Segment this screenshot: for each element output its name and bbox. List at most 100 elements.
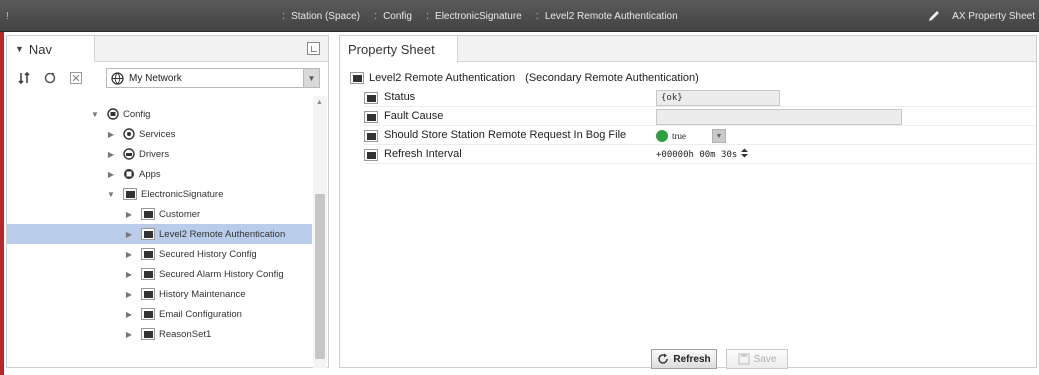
property-name: Status <box>384 91 416 103</box>
property-name: Fault Cause <box>384 110 444 122</box>
tree-item-label: ElectronicSignature <box>141 188 224 200</box>
refresh-icon <box>657 353 669 365</box>
folder-icon <box>141 228 155 240</box>
folder-icon <box>141 328 155 340</box>
config-icon <box>107 108 119 120</box>
expand-toggle-icon[interactable]: ▶ <box>123 330 135 339</box>
services-icon <box>123 128 135 140</box>
breadcrumb-label: Station (Space) <box>291 10 360 22</box>
network-select-value: My Network <box>129 72 182 84</box>
folder-icon <box>350 72 364 84</box>
expand-toggle-icon[interactable]: ▶ <box>105 170 117 179</box>
sort-icon[interactable] <box>15 69 33 87</box>
refresh-button-label: Refresh <box>673 353 711 365</box>
root-display-name: (Secondary Remote Authentication) <box>525 72 699 84</box>
nav-toolbar: My Network ▼ <box>7 66 328 90</box>
fault-cause-value <box>656 109 902 125</box>
globe-icon <box>111 71 124 85</box>
tree-item-reasonset1[interactable]: ▶ ReasonSet1 <box>123 324 211 344</box>
property-sheet-root[interactable]: Level2 Remote Authentication (Secondary … <box>350 70 699 86</box>
tree-item-label: Config <box>123 108 151 120</box>
breadcrumb-label: Config <box>383 10 412 22</box>
window-edge-accent <box>0 0 4 375</box>
breadcrumb-start-marker: ! <box>6 10 9 22</box>
expand-toggle-icon[interactable]: ▶ <box>105 150 117 159</box>
expand-toggle-icon[interactable]: ▼ <box>89 110 101 119</box>
boolean-select[interactable]: true ▼ <box>656 128 726 144</box>
property-row-store-remote-request[interactable]: Should Store Station Remote Request In B… <box>364 127 1036 145</box>
breadcrumb-item-station[interactable]: : Station (Space) <box>282 10 360 22</box>
property-row-refresh-interval[interactable]: Refresh Interval +00000h 00m 30s <box>364 146 1036 164</box>
breadcrumb-separator-icon: : <box>535 10 539 22</box>
breadcrumb-label: Level2 Remote Authentication <box>544 10 678 22</box>
tree-item-label: Secured History Config <box>159 248 257 260</box>
view-selector[interactable]: AX Property Sheet <box>928 0 1035 32</box>
expand-toggle-icon[interactable]: ▼ <box>105 190 117 199</box>
refresh-icon[interactable] <box>41 69 59 87</box>
expand-toggle-icon[interactable]: ▶ <box>123 250 135 259</box>
property-icon <box>364 111 378 123</box>
property-row-fault-cause[interactable]: Fault Cause <box>364 108 1036 126</box>
nav-panel: ▼ Nav My Network ▼ ▼ Config ▶ Services ▶… <box>6 35 329 368</box>
collapse-caret-icon[interactable]: ▼ <box>15 44 24 54</box>
status-true-icon <box>656 130 668 142</box>
refresh-button[interactable]: Refresh <box>651 349 717 369</box>
folder-icon <box>141 288 155 300</box>
network-select[interactable]: My Network ▼ <box>106 68 320 88</box>
nav-tab-row: ▼ Nav <box>7 36 328 62</box>
maximize-icon[interactable] <box>307 42 320 55</box>
refresh-interval-value: +00000h 00m 30s <box>656 149 738 160</box>
tree-item-electronic-signature[interactable]: ▼ ElectronicSignature <box>105 184 223 204</box>
row-divider <box>364 144 1036 145</box>
tree-item-history-maintenance[interactable]: ▶ History Maintenance <box>123 284 246 304</box>
tree-item-label: ReasonSet1 <box>159 328 212 340</box>
scrollbar-thumb[interactable] <box>315 194 325 359</box>
expand-toggle-icon[interactable]: ▶ <box>123 290 135 299</box>
pencil-icon[interactable] <box>928 10 940 22</box>
breadcrumb-item-config[interactable]: : Config <box>374 10 412 22</box>
tree-item-label: Secured Alarm History Config <box>159 268 284 280</box>
view-label: AX Property Sheet <box>952 10 1035 22</box>
breadcrumb: : Station (Space) : Config : ElectronicS… <box>282 0 692 32</box>
tree-item-services[interactable]: ▶ Services <box>105 124 175 144</box>
property-row-status[interactable]: Status {ok} <box>364 89 1036 107</box>
folder-icon <box>141 268 155 280</box>
row-divider <box>364 125 1036 126</box>
tree-item-drivers[interactable]: ▶ Drivers <box>105 144 169 164</box>
expand-toggle-icon[interactable]: ▶ <box>105 130 117 139</box>
tree-item-customer[interactable]: ▶ Customer <box>123 204 200 224</box>
tree-item-email-configuration[interactable]: ▶ Email Configuration <box>123 304 242 324</box>
root-component-name: Level2 Remote Authentication <box>369 72 516 84</box>
scroll-up-icon[interactable]: ▲ <box>316 99 323 106</box>
save-button[interactable]: Save <box>726 349 788 369</box>
expand-toggle-icon[interactable]: ▶ <box>123 310 135 319</box>
breadcrumb-separator-icon: : <box>282 10 286 22</box>
nav-scrollbar[interactable]: ▲ <box>313 96 327 368</box>
tree-item-label: Services <box>139 128 176 140</box>
breadcrumb-label: ElectronicSignature <box>435 10 522 22</box>
breadcrumb-item-level2-remote-authentication[interactable]: : Level2 Remote Authentication <box>536 10 678 22</box>
expand-toggle-icon[interactable]: ▶ <box>123 210 135 219</box>
property-icon <box>364 92 378 104</box>
tree-item-secured-alarm-history-config[interactable]: ▶ Secured Alarm History Config <box>123 264 284 284</box>
folder-icon <box>141 208 155 220</box>
tree-item-label: Level2 Remote Authentication <box>159 228 286 240</box>
tree-item-apps[interactable]: ▶ Apps <box>105 164 161 184</box>
tab-nav[interactable]: ▼ Nav <box>7 36 95 62</box>
tree-item-secured-history-config[interactable]: ▶ Secured History Config <box>123 244 257 264</box>
chevron-down-icon[interactable]: ▼ <box>712 129 726 143</box>
nav-tree: ▼ Config ▶ Services ▶ Drivers ▶ Apps ▼ E… <box>7 96 312 368</box>
close-icon[interactable] <box>67 69 85 87</box>
property-name: Refresh Interval <box>384 148 462 160</box>
tree-item-config[interactable]: ▼ Config <box>89 104 150 124</box>
tree-item-level2-remote-authentication[interactable]: ▶ Level2 Remote Authentication <box>7 224 312 244</box>
save-button-label: Save <box>753 353 777 365</box>
chevron-down-icon[interactable]: ▼ <box>303 69 319 87</box>
refresh-interval-field[interactable]: +00000h 00m 30s <box>656 148 749 161</box>
breadcrumb-item-electronic-signature[interactable]: : ElectronicSignature <box>426 10 522 22</box>
expand-toggle-icon[interactable]: ▶ <box>123 270 135 279</box>
spinner-icon[interactable] <box>740 148 749 161</box>
expand-toggle-icon[interactable]: ▶ <box>123 230 135 239</box>
tree-item-label: Apps <box>139 168 161 180</box>
tab-property-sheet[interactable]: Property Sheet <box>340 36 458 63</box>
